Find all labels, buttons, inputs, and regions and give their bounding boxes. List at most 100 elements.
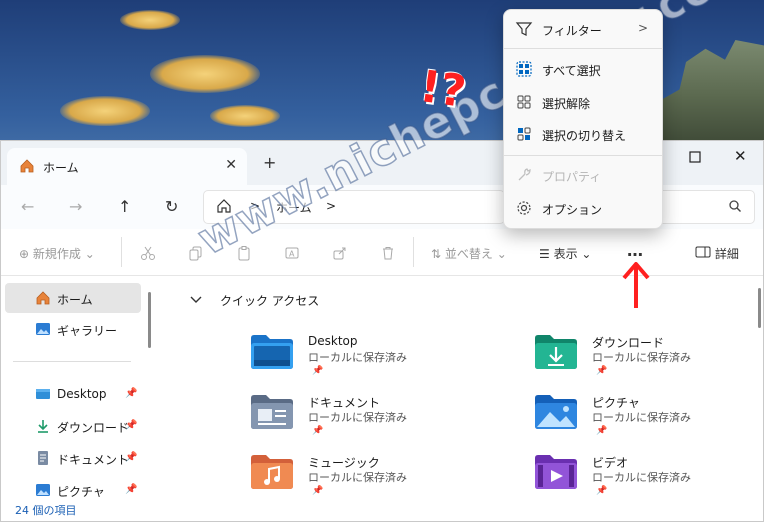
- menu-item-label: 選択の切り替え: [542, 129, 627, 143]
- item-status: ローカルに保存済み: [592, 471, 691, 484]
- see-more-button[interactable]: …: [627, 241, 643, 260]
- properties-icon: [515, 166, 533, 187]
- quick-access-item-videos[interactable]: ビデオ ローカルに保存済み 📌: [534, 450, 734, 506]
- share-button[interactable]: [332, 245, 348, 264]
- download-icon: [35, 418, 51, 437]
- annotation-exclaim: !?: [416, 61, 469, 118]
- gallery-icon: [35, 321, 51, 340]
- chevron-right-icon: >: [637, 21, 648, 35]
- pin-icon: 📌: [596, 426, 608, 436]
- menu-item-invert-selection[interactable]: 選択の切り替え: [504, 119, 662, 149]
- sidebar-item-gallery[interactable]: ギャラリー: [5, 314, 141, 344]
- chevron-down-icon[interactable]: [190, 294, 202, 308]
- menu-item-filter[interactable]: フィルター >: [504, 14, 662, 44]
- rename-button[interactable]: A: [284, 245, 300, 264]
- up-button[interactable]: ↑: [118, 197, 131, 216]
- sidebar-item-label: Desktop: [57, 387, 107, 401]
- view-button[interactable]: ☰ 表示 ⌄: [539, 245, 591, 262]
- pin-icon: 📌: [312, 486, 324, 496]
- sidebar-item-label: ドキュメント: [57, 453, 130, 467]
- cut-button[interactable]: [140, 245, 156, 264]
- view-icon: ☰: [539, 247, 550, 261]
- quick-access-item-music[interactable]: ミュージック ローカルに保存済み 📌: [250, 450, 450, 506]
- new-label: 新規作成: [32, 247, 81, 261]
- new-button[interactable]: ⊕ 新規作成 ⌄: [19, 245, 95, 262]
- sidebar-item-label: ギャラリー: [57, 324, 118, 338]
- select-all-icon: [515, 60, 533, 81]
- cloud: [120, 10, 180, 30]
- section-title[interactable]: クイック アクセス: [220, 292, 319, 309]
- menu-item-options[interactable]: オプション: [504, 193, 662, 223]
- share-icon: [333, 247, 346, 260]
- copy-icon: [189, 246, 202, 261]
- copy-button[interactable]: [188, 245, 204, 264]
- sidebar-item-downloads[interactable]: ダウンロード 📌: [5, 411, 141, 441]
- quick-access-item-pictures[interactable]: ピクチャ ローカルに保存済み 📌: [534, 390, 734, 446]
- quick-access-item-documents[interactable]: ドキュメント ローカルに保存済み 📌: [250, 390, 450, 446]
- videos-folder-icon: [534, 452, 578, 493]
- cloud: [210, 105, 280, 127]
- quick-access-item-downloads[interactable]: ダウンロード ローカルに保存済み 📌: [534, 330, 734, 386]
- pin-icon[interactable]: 📌: [125, 420, 137, 431]
- scissors-icon: [141, 246, 155, 260]
- desktop-folder-icon: [35, 386, 51, 405]
- menu-item-label: オプション: [542, 203, 603, 217]
- music-folder-icon: [250, 452, 294, 493]
- menu-item-properties[interactable]: プロパティ: [504, 160, 662, 190]
- rename-icon: A: [285, 247, 299, 259]
- menu-item-label: プロパティ: [542, 170, 602, 184]
- close-window-button[interactable]: ✕: [734, 147, 747, 165]
- pin-icon[interactable]: 📌: [125, 388, 137, 399]
- quick-access-item-desktop[interactable]: Desktop ローカルに保存済み 📌: [250, 330, 450, 386]
- menu-item-label: フィルター: [542, 24, 602, 38]
- pin-icon: 📌: [312, 366, 324, 376]
- plus-circle-icon: ⊕: [19, 247, 30, 261]
- options-gear-icon: [515, 199, 533, 220]
- red-arrow-annotation: [621, 262, 651, 313]
- sidebar-item-documents[interactable]: ドキュメント 📌: [5, 443, 141, 473]
- pin-icon: 📌: [596, 486, 608, 496]
- item-status: ローカルに保存済み: [592, 351, 691, 364]
- documents-folder-icon: [250, 392, 294, 433]
- forward-button[interactable]: →: [69, 197, 82, 216]
- content-scrollbar[interactable]: [758, 288, 761, 328]
- divider: [121, 237, 122, 267]
- pin-icon[interactable]: 📌: [125, 484, 137, 495]
- item-status: ローカルに保存済み: [592, 411, 691, 424]
- pin-icon: 📌: [312, 426, 324, 436]
- sidebar-scrollbar[interactable]: [148, 292, 151, 348]
- refresh-button[interactable]: ↻: [165, 197, 178, 216]
- maximize-button[interactable]: [689, 149, 701, 167]
- delete-button[interactable]: [380, 245, 396, 264]
- sort-button[interactable]: ⇅ 並べ替え ⌄: [431, 245, 507, 262]
- tab-close-button[interactable]: ✕: [225, 157, 237, 173]
- pin-icon[interactable]: 📌: [125, 452, 137, 463]
- sort-label: 並べ替え: [444, 247, 493, 261]
- menu-item-select-all[interactable]: すべて選択: [504, 54, 662, 84]
- menu-item-select-none[interactable]: 選択解除: [504, 87, 662, 117]
- divider: [413, 237, 414, 267]
- menu-item-label: すべて選択: [542, 64, 601, 78]
- item-status: ローカルに保存済み: [308, 411, 407, 424]
- view-label: 表示: [553, 247, 578, 261]
- downloads-folder-icon: [534, 332, 578, 373]
- item-status: ローカルに保存済み: [308, 471, 407, 484]
- details-button[interactable]: 詳細: [695, 245, 739, 262]
- sort-icon: ⇅: [431, 247, 442, 261]
- item-status: ローカルに保存済み: [308, 351, 407, 364]
- divider: [13, 361, 131, 362]
- item-name: Desktop: [308, 334, 358, 348]
- back-button[interactable]: ←: [21, 197, 34, 216]
- svg-text:A: A: [289, 250, 295, 259]
- navigation-pane: ホーム ギャラリー Desktop 📌 ダウンロード 📌 ドキュメント 📌 ピク…: [1, 276, 153, 499]
- sidebar-item-desktop[interactable]: Desktop 📌: [5, 379, 141, 409]
- invert-selection-icon: [515, 125, 533, 146]
- menu-item-label: 選択解除: [542, 97, 591, 111]
- new-tab-button[interactable]: +: [263, 153, 276, 172]
- pictures-folder-icon: [534, 392, 578, 433]
- tab-home[interactable]: ホーム ✕: [7, 148, 247, 185]
- menu-divider: [504, 155, 662, 156]
- sidebar-item-home[interactable]: ホーム: [5, 283, 141, 313]
- desktop-folder-icon: [250, 332, 294, 373]
- cloud: [60, 96, 150, 126]
